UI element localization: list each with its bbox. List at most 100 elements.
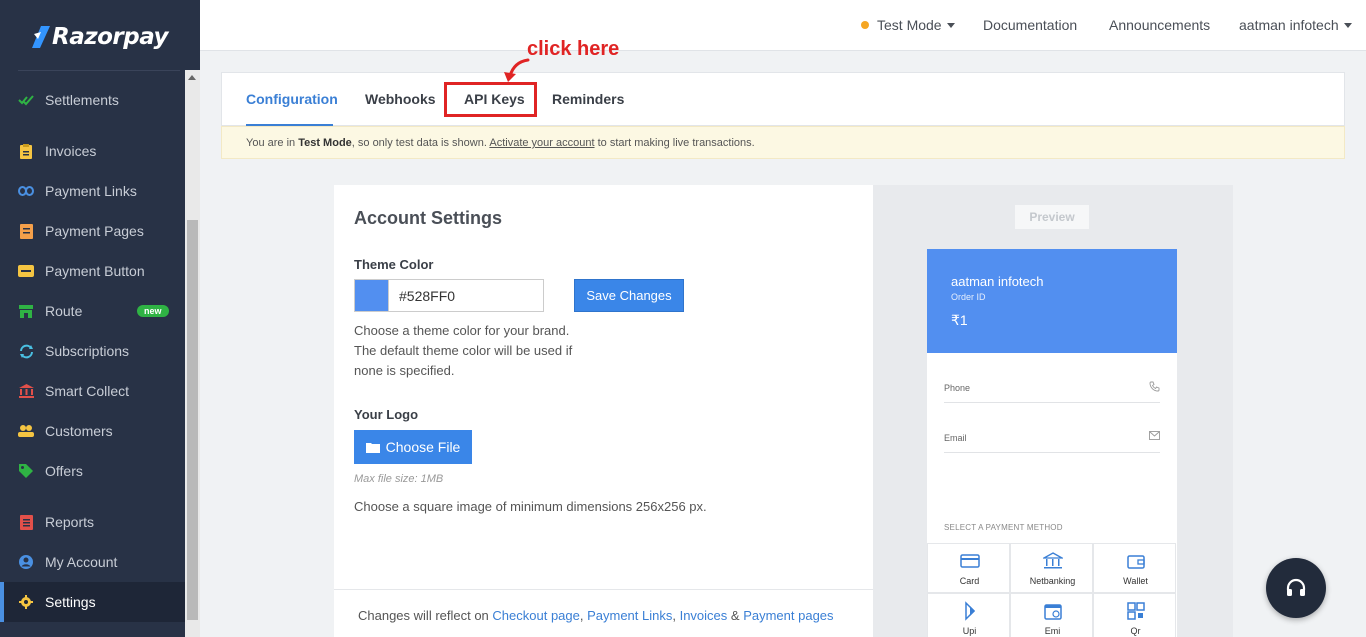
chevron-down-icon [946,23,955,28]
sidebar-item-payment-links[interactable]: Payment Links [0,171,185,211]
logo-label: Your Logo [354,407,419,422]
sidebar-item-offers[interactable]: Offers [0,451,185,491]
wallet-icon [1127,555,1145,569]
payment-method-wallet: Wallet [1093,543,1176,593]
user-circle-icon [18,554,34,570]
card-icon [960,554,980,568]
sidebar-item-reports[interactable]: Reports [0,502,185,542]
payment-method-label: Upi [962,626,977,636]
sidebar-item-settlements[interactable]: Settlements [0,80,185,120]
new-badge: new [137,305,169,317]
checkout-page-link[interactable]: Checkout page [492,608,579,623]
sidebar-item-label: Subscriptions [45,343,130,359]
max-file-size: Max file size: 1MB [354,473,444,485]
topbar: Test Mode Documentation Announcements aa… [200,0,1366,51]
test-mode-dropdown[interactable]: Test Mode [861,17,955,33]
merchant-name: aatman infotech [951,274,1044,289]
store-icon [18,303,34,319]
sidebar-item-label: Settings [45,594,96,610]
sidebar-item-route[interactable]: Route new [0,291,185,331]
sidebar: Razorpay Settlements Invoices Payment Li… [0,0,200,637]
sidebar-item-invoices[interactable]: Invoices [0,131,185,171]
announcements-link[interactable]: Announcements [1109,17,1210,33]
bank-icon [18,383,34,399]
activate-account-link[interactable]: Activate your account [489,137,594,149]
test-mode-label: Test Mode [877,17,942,33]
sidebar-item-smart-collect[interactable]: Smart Collect [0,371,185,411]
sidebar-item-subscriptions[interactable]: Subscriptions [0,331,185,371]
checkout-preview: Preview aatman infotech Order ID ₹1 Phon… [873,185,1233,637]
payment-method-card: Card [927,543,1010,593]
choose-file-button[interactable]: Choose File [354,430,472,464]
brand-name: Razorpay [52,24,169,50]
payment-method-label: Wallet [1123,576,1148,586]
sidebar-scrollbar[interactable] [185,70,200,637]
theme-color-input[interactable]: #528FF0 [388,279,544,312]
help-support-button[interactable] [1266,558,1326,618]
payment-method-emi: Emi [1010,593,1093,637]
razorpay-logo-icon [32,26,50,48]
tab-webhooks[interactable]: Webhooks [365,91,436,107]
payment-method-label: Card [959,576,980,586]
tab-configuration[interactable]: Configuration [246,91,338,107]
account-settings-card: Account Settings Theme Color #528FF0 Sav… [334,185,873,637]
payment-pages-link[interactable]: Payment pages [743,608,833,623]
invoice-icon [18,143,34,159]
refresh-icon [18,343,34,359]
invoices-link[interactable]: Invoices [680,608,728,623]
sidebar-item-label: Settlements [45,92,119,108]
sidebar-item-label: Payment Pages [45,223,144,239]
sidebar-item-label: My Account [45,554,118,570]
folder-icon [365,442,380,453]
banner-mode: Test Mode [298,137,352,149]
checkout-header: aatman infotech Order ID ₹1 [927,249,1177,353]
sidebar-item-label: Route [45,303,83,319]
email-field: Email [944,421,1160,453]
gear-icon [18,594,34,610]
checkout-preview-frame: aatman infotech Order ID ₹1 Phone Email … [927,249,1177,637]
theme-help-text: Choose a theme color for your brand. The… [354,321,572,381]
scroll-up-arrow-icon[interactable] [188,75,196,80]
mail-icon [1149,431,1160,440]
sidebar-item-payment-button[interactable]: Payment Button [0,251,185,291]
annotation-arrow-icon [504,58,530,82]
footer-text: , [579,608,588,623]
phone-icon [1149,381,1160,392]
sidebar-item-label: Customers [45,423,113,439]
sidebar-item-label: Offers [45,463,83,479]
sidebar-item-customers[interactable]: Customers [0,411,185,451]
link-icon [18,183,34,199]
sidebar-item-my-account[interactable]: My Account [0,542,185,582]
account-dropdown[interactable]: aatman infotech [1239,17,1352,33]
theme-color-label: Theme Color [354,257,434,272]
main-content: Configuration Webhooks API Keys Reminder… [221,72,1345,637]
footer-text: Changes will reflect on [358,608,493,623]
theme-color-swatch[interactable] [354,279,389,312]
sidebar-item-payment-pages[interactable]: Payment Pages [0,211,185,251]
phone-field: Phone [944,371,1160,403]
save-changes-button[interactable]: Save Changes [574,279,684,312]
payment-method-netbanking: Netbanking [1010,543,1093,593]
help-line: none is specified. [354,363,455,378]
razorpay-logo[interactable]: Razorpay [32,22,169,52]
sidebar-item-settings[interactable]: Settings [0,582,185,622]
payment-method-label: Emi [1044,626,1061,636]
scroll-thumb[interactable] [187,220,198,620]
sidebar-item-label: Payment Links [45,183,137,199]
bank-icon [1043,552,1063,569]
chevron-down-icon [1343,23,1352,28]
documentation-link[interactable]: Documentation [983,17,1077,33]
banner-text: to start making live transactions. [594,137,755,149]
sidebar-item-label: Payment Button [45,263,145,279]
footer-text: & [727,608,744,623]
account-name: aatman infotech [1239,17,1339,33]
tab-reminders[interactable]: Reminders [552,91,624,107]
headset-icon [1286,578,1306,596]
card-footer: Changes will reflect on Checkout page, P… [334,589,873,637]
payment-links-link[interactable]: Payment Links [587,608,672,623]
footer-text: , [672,608,680,623]
page-title: Account Settings [354,208,503,228]
upi-icon [965,601,976,621]
calendar-icon [1044,604,1062,620]
api-keys-highlight-box [444,82,537,117]
